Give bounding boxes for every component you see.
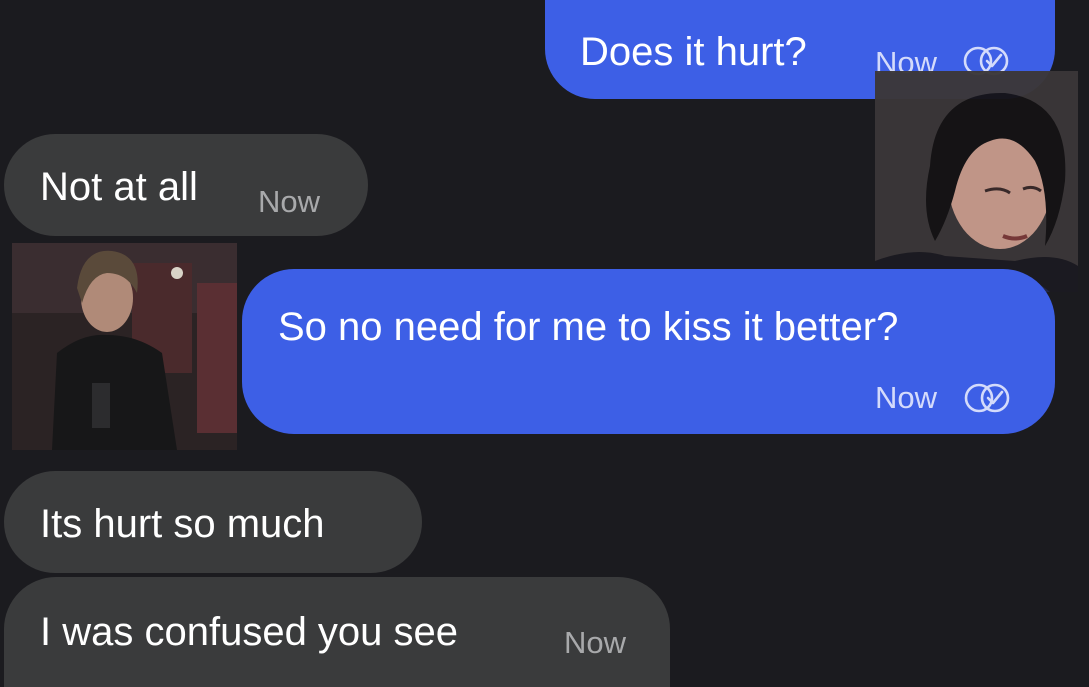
- avatar-image: [12, 243, 237, 450]
- message-bubble-incoming[interactable]: Its hurt so much: [4, 471, 422, 573]
- message-time: Now: [564, 625, 627, 660]
- message-text: I was confused you see: [40, 610, 459, 654]
- message-text: So no need for me to kiss it better?: [278, 305, 899, 349]
- avatar[interactable]: [875, 71, 1078, 292]
- message-bubble-incoming[interactable]: Not at all Now: [4, 134, 368, 236]
- message-time: Now: [258, 184, 321, 219]
- message-bubble-outgoing[interactable]: So no need for me to kiss it better? Now: [242, 269, 1055, 434]
- message-text: Its hurt so much: [40, 502, 325, 546]
- message-bubble-incoming[interactable]: I was confused you see Now: [4, 577, 670, 687]
- read-receipt-icon: [964, 383, 1010, 413]
- message-text: Not at all: [40, 165, 198, 209]
- avatar-image: [875, 71, 1078, 292]
- avatar[interactable]: [12, 243, 237, 450]
- message-text: Does it hurt?: [580, 30, 807, 74]
- message-time: Now: [875, 380, 938, 415]
